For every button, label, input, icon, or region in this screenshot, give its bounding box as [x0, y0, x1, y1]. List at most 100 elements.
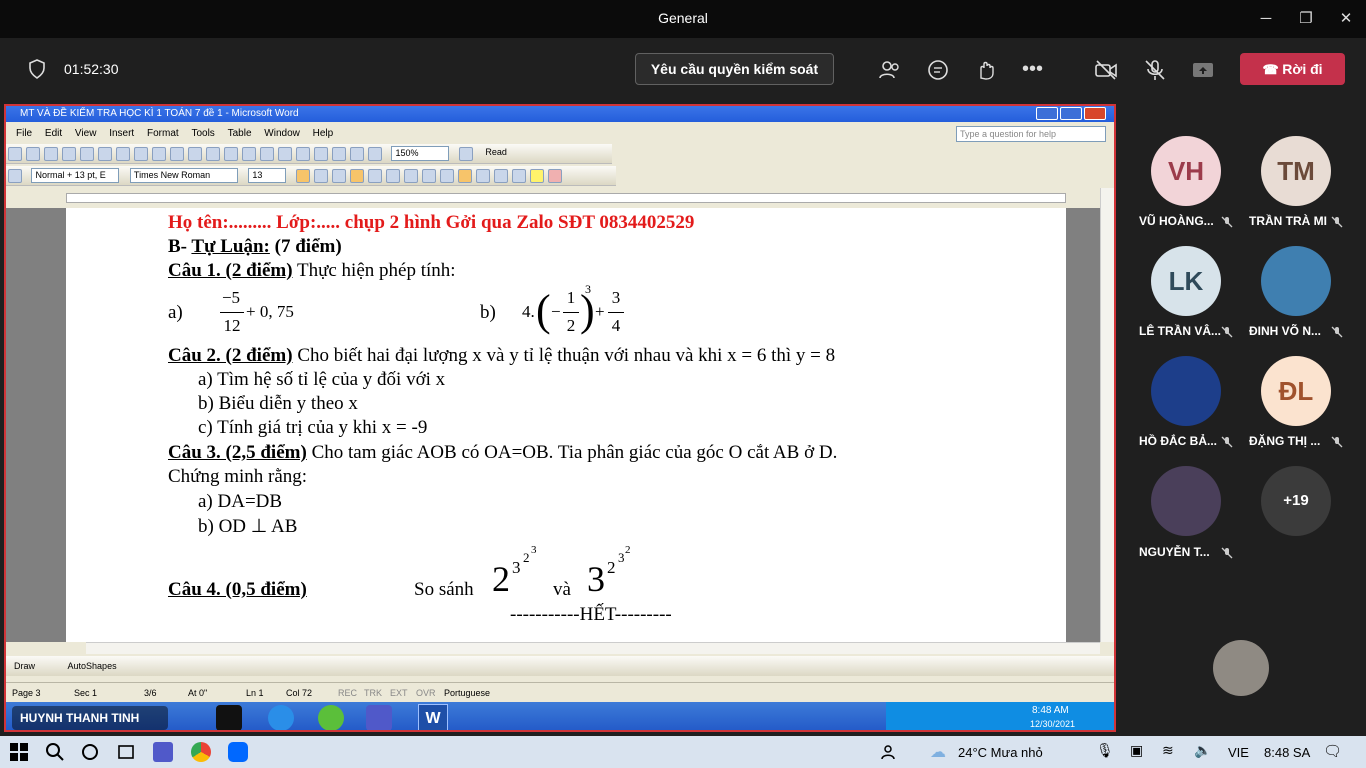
- doc-map-icon[interactable]: [350, 147, 364, 161]
- paste-icon[interactable]: [188, 147, 202, 161]
- leave-button[interactable]: ☎ Rời đi: [1240, 53, 1345, 85]
- more-options-icon[interactable]: •••: [1022, 59, 1043, 79]
- save-icon[interactable]: [44, 147, 58, 161]
- columns-icon[interactable]: [314, 147, 328, 161]
- close-button[interactable]: ✕: [1326, 6, 1366, 32]
- new-icon[interactable]: [8, 147, 22, 161]
- align-center-icon[interactable]: [367, 169, 382, 183]
- mic-off-icon[interactable]: [1143, 58, 1167, 82]
- menu-table[interactable]: Table: [228, 128, 252, 139]
- menu-window[interactable]: Window: [264, 128, 300, 139]
- highlight-icon[interactable]: [529, 169, 544, 183]
- word-minimize-button[interactable]: [1036, 107, 1058, 120]
- menu-format[interactable]: Format: [147, 128, 179, 139]
- menu-tools[interactable]: Tools: [191, 128, 214, 139]
- styles-pane-icon[interactable]: [8, 169, 22, 183]
- print-icon[interactable]: [80, 147, 94, 161]
- participant-avatar-3[interactable]: LK: [1151, 246, 1221, 316]
- help-search-input[interactable]: Type a question for help: [956, 126, 1106, 142]
- undo-icon[interactable]: [224, 147, 238, 161]
- minimize-button[interactable]: ─: [1246, 6, 1286, 32]
- cortana-icon[interactable]: [80, 742, 100, 762]
- menu-file[interactable]: File: [16, 128, 32, 139]
- autoshapes-menu[interactable]: AutoShapes: [68, 661, 117, 671]
- copy-icon[interactable]: [170, 147, 184, 161]
- zoom-select[interactable]: 150%: [391, 146, 450, 161]
- font-size-select[interactable]: 13: [248, 168, 287, 183]
- status-ovr[interactable]: OVR: [416, 683, 436, 703]
- participant-avatar-2[interactable]: TM: [1261, 136, 1331, 206]
- align-left-icon[interactable]: [349, 169, 364, 183]
- windows-start-icon[interactable]: [9, 742, 29, 762]
- spelling-icon[interactable]: [116, 147, 130, 161]
- help-icon[interactable]: [458, 147, 473, 161]
- horizontal-ruler[interactable]: [6, 188, 1114, 208]
- tables-icon[interactable]: [278, 147, 292, 161]
- numbering-icon[interactable]: [439, 169, 454, 183]
- chat-icon[interactable]: [926, 58, 950, 82]
- document-page[interactable]: Họ tên:......... Lớp:..... chụp 2 hình G…: [66, 208, 1066, 642]
- request-control-button[interactable]: Yêu cầu quyền kiểm soát: [635, 53, 834, 85]
- teams-app-icon[interactable]: [366, 705, 392, 730]
- read-button[interactable]: Read: [482, 146, 522, 161]
- draw-menu[interactable]: Draw: [14, 661, 35, 671]
- app-icon-1[interactable]: [216, 705, 242, 730]
- share-screen-icon[interactable]: [1191, 58, 1215, 82]
- format-painter-icon[interactable]: [206, 147, 220, 161]
- participant-avatar-7[interactable]: [1151, 466, 1221, 536]
- status-rec[interactable]: REC: [338, 683, 357, 703]
- research-icon[interactable]: [134, 147, 148, 161]
- line-spacing-icon[interactable]: [421, 169, 436, 183]
- status-ext[interactable]: EXT: [390, 683, 408, 703]
- insert-table-icon[interactable]: [296, 147, 310, 161]
- people-icon[interactable]: [880, 742, 900, 762]
- notifications-icon[interactable]: 🗨: [1323, 742, 1343, 762]
- underline-icon[interactable]: [331, 169, 346, 183]
- task-view-icon[interactable]: [116, 742, 136, 762]
- participant-avatar-1[interactable]: VH: [1151, 136, 1221, 206]
- borders-icon[interactable]: [511, 169, 526, 183]
- self-video-preview[interactable]: [1213, 640, 1269, 696]
- italic-icon[interactable]: [313, 169, 328, 183]
- more-participants-button[interactable]: +19: [1261, 466, 1331, 536]
- show-hide-icon[interactable]: [368, 147, 382, 161]
- microphone-icon[interactable]: 🎙: [1096, 742, 1116, 762]
- font-select[interactable]: Times New Roman: [129, 168, 238, 183]
- drawing-icon[interactable]: [332, 147, 346, 161]
- participant-avatar-5[interactable]: [1151, 356, 1221, 426]
- wifi-icon[interactable]: ≋: [1162, 742, 1182, 762]
- bold-icon[interactable]: [295, 169, 310, 183]
- bullets-icon[interactable]: [457, 169, 472, 183]
- reactions-icon[interactable]: [974, 58, 998, 82]
- status-trk[interactable]: TRK: [364, 683, 382, 703]
- cut-icon[interactable]: [152, 147, 166, 161]
- chrome-icon[interactable]: [191, 742, 211, 762]
- justify-icon[interactable]: [403, 169, 418, 183]
- participant-avatar-4[interactable]: [1261, 246, 1331, 316]
- font-color-icon[interactable]: [547, 169, 562, 183]
- menu-help[interactable]: Help: [313, 128, 334, 139]
- clock[interactable]: 8:48 SA: [1264, 745, 1310, 760]
- menu-view[interactable]: View: [75, 128, 97, 139]
- decrease-indent-icon[interactable]: [475, 169, 490, 183]
- app-icon-3[interactable]: [318, 705, 344, 730]
- redo-icon[interactable]: [242, 147, 256, 161]
- search-icon[interactable]: [45, 742, 65, 762]
- word-app-icon[interactable]: W: [418, 704, 448, 730]
- display-icon[interactable]: ▣: [1130, 742, 1150, 762]
- hyperlink-icon[interactable]: [260, 147, 274, 161]
- zalo-icon[interactable]: [228, 742, 248, 762]
- print-preview-icon[interactable]: [98, 147, 112, 161]
- weather-text[interactable]: 24°C Mưa nhỏ: [958, 745, 1043, 760]
- teams-taskbar-icon[interactable]: [153, 742, 173, 762]
- permission-icon[interactable]: [62, 147, 76, 161]
- menu-insert[interactable]: Insert: [109, 128, 134, 139]
- word-restore-button[interactable]: [1060, 107, 1082, 120]
- people-icon[interactable]: [878, 58, 902, 82]
- camera-off-icon[interactable]: [1094, 58, 1118, 82]
- word-close-button[interactable]: [1084, 107, 1106, 120]
- menu-edit[interactable]: Edit: [45, 128, 62, 139]
- participant-avatar-6[interactable]: ĐL: [1261, 356, 1331, 426]
- language-indicator[interactable]: VIE: [1228, 745, 1249, 760]
- align-right-icon[interactable]: [385, 169, 400, 183]
